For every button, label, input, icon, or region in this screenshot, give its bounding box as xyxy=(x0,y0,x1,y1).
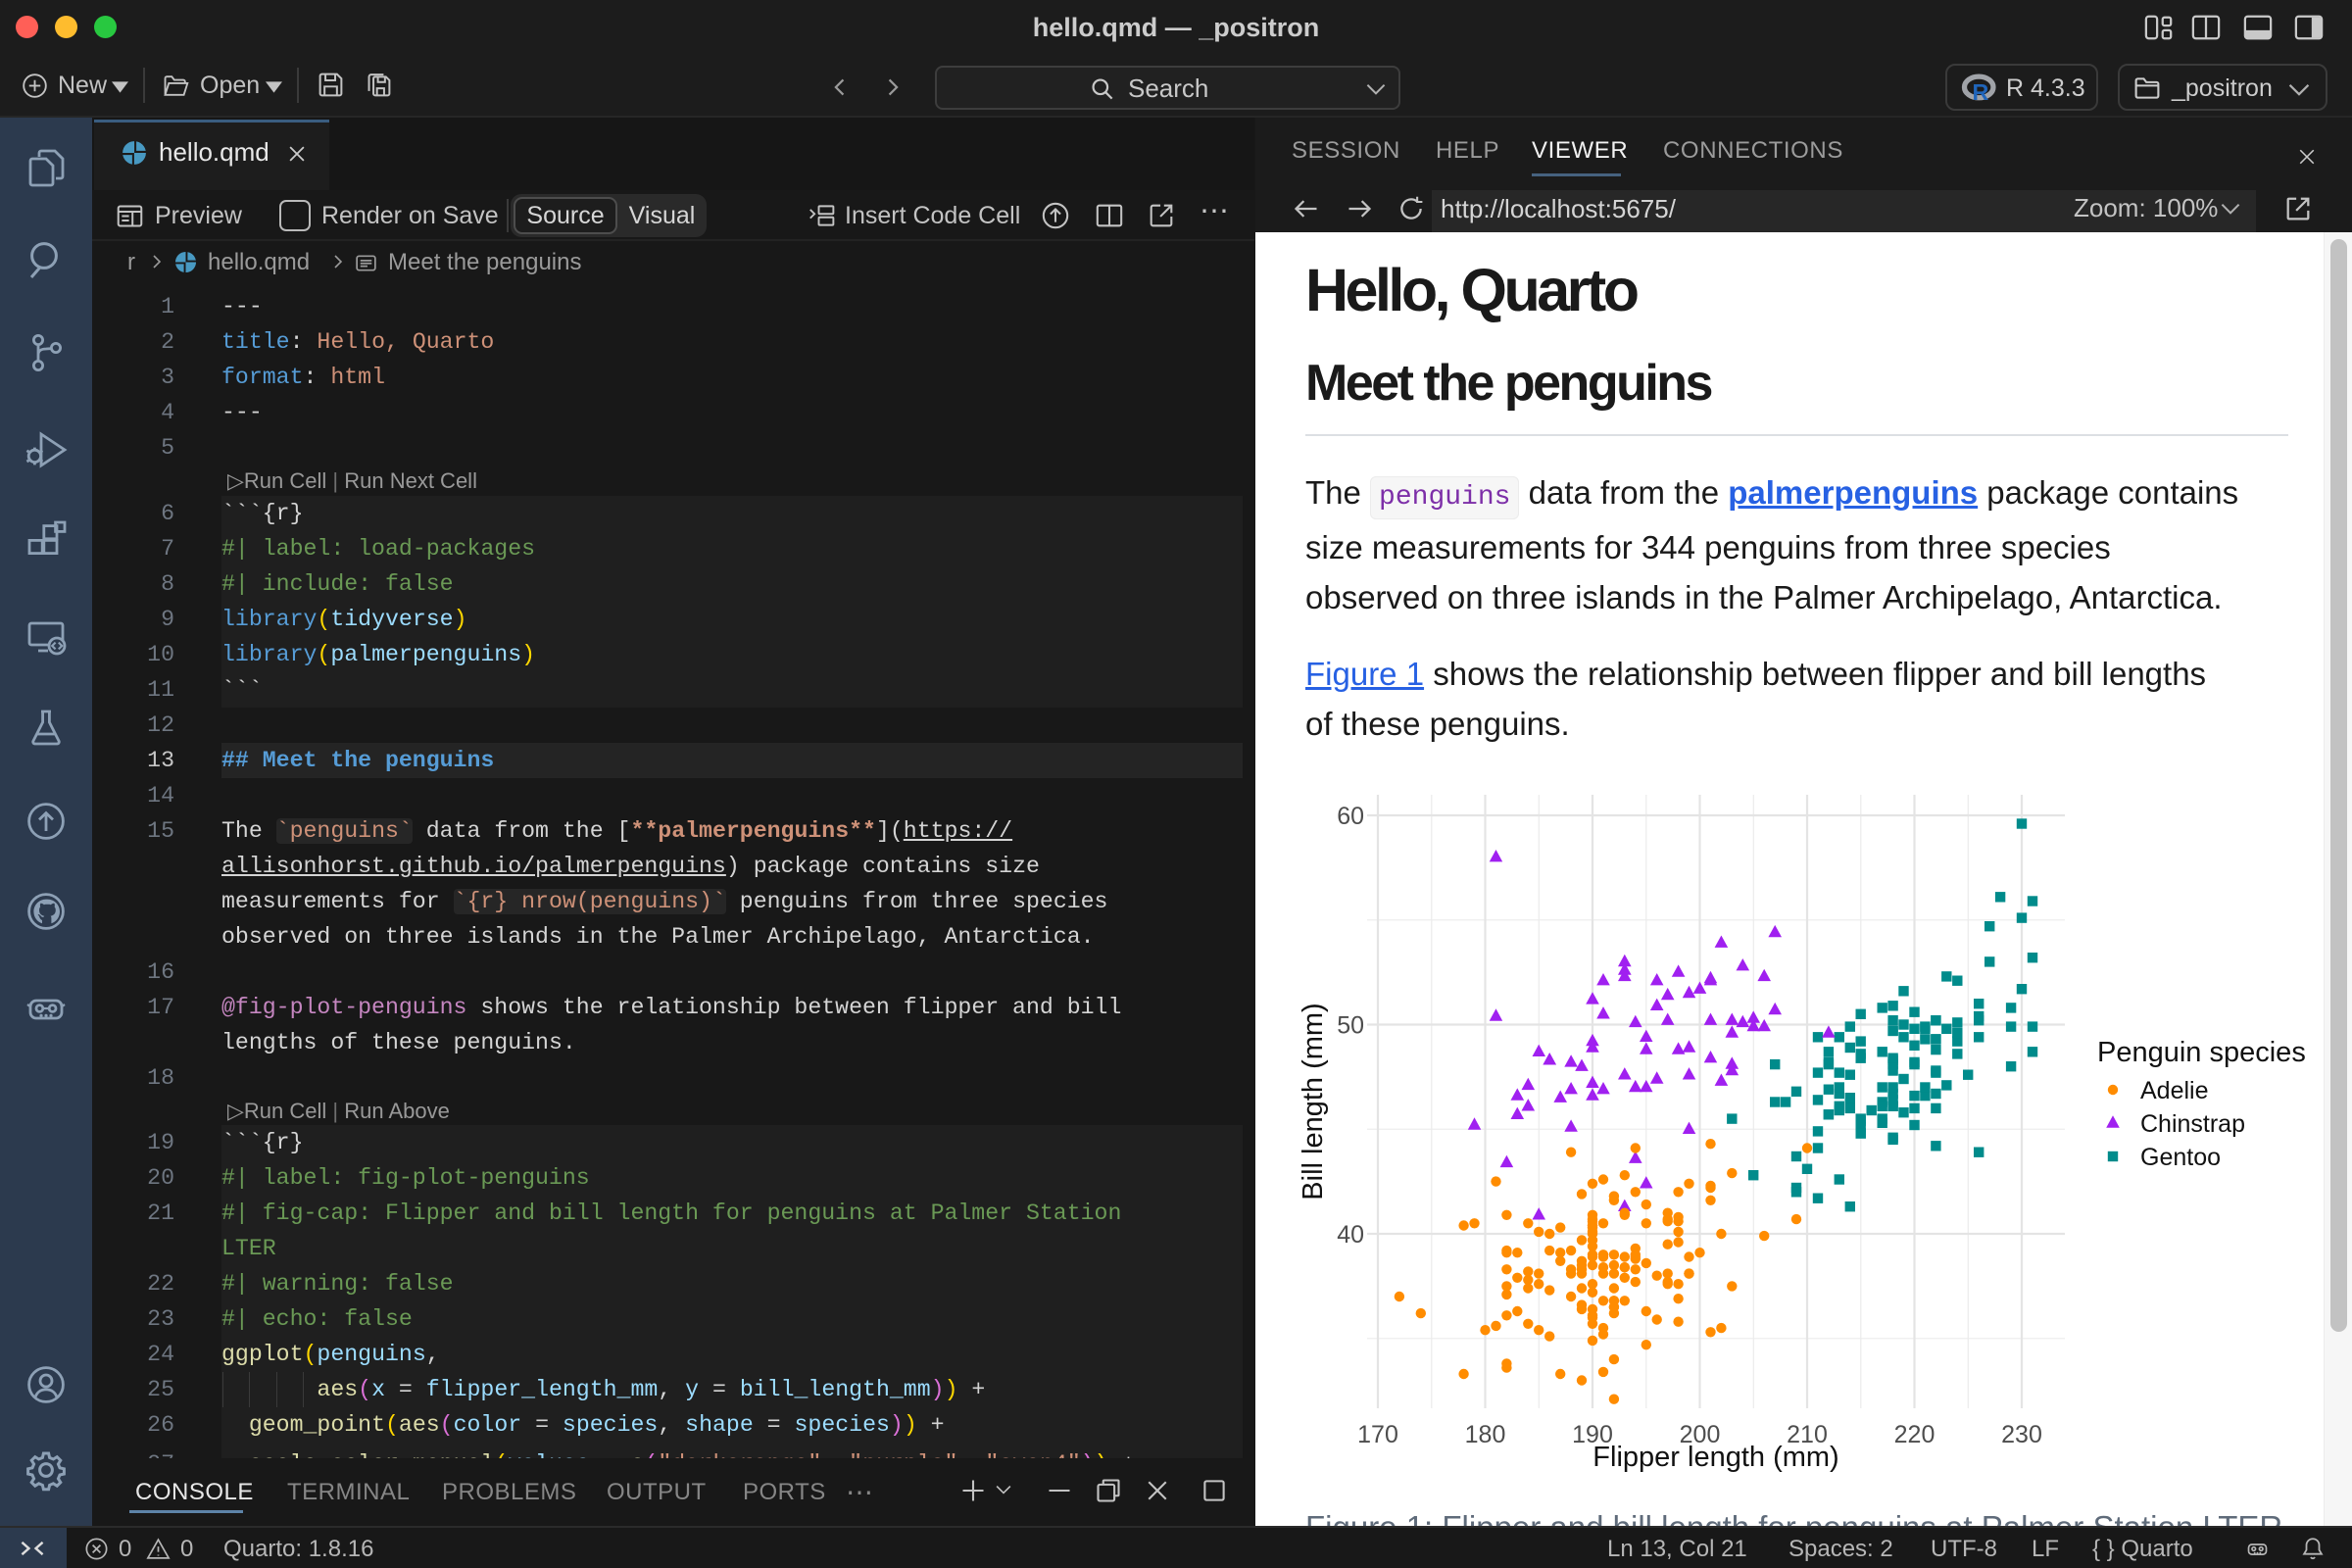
svg-text:Penguin species: Penguin species xyxy=(2097,1037,2306,1068)
svg-text:60: 60 xyxy=(1337,803,1364,830)
svg-text:230: 230 xyxy=(2001,1421,2042,1448)
svg-text:Adelie: Adelie xyxy=(2140,1077,2209,1104)
svg-text:50: 50 xyxy=(1337,1012,1364,1040)
svg-text:220: 220 xyxy=(1894,1421,1936,1448)
svg-text:40: 40 xyxy=(1337,1221,1364,1249)
svg-text:Gentoo: Gentoo xyxy=(2140,1144,2221,1171)
svg-text:Flipper length (mm): Flipper length (mm) xyxy=(1592,1442,1838,1473)
svg-text:180: 180 xyxy=(1465,1421,1506,1448)
svg-text:R: R xyxy=(1973,79,1989,104)
svg-text:170: 170 xyxy=(1357,1421,1398,1448)
svg-text:Bill length (mm): Bill length (mm) xyxy=(1298,1003,1329,1200)
svg-text:Chinstrap: Chinstrap xyxy=(2140,1110,2245,1138)
